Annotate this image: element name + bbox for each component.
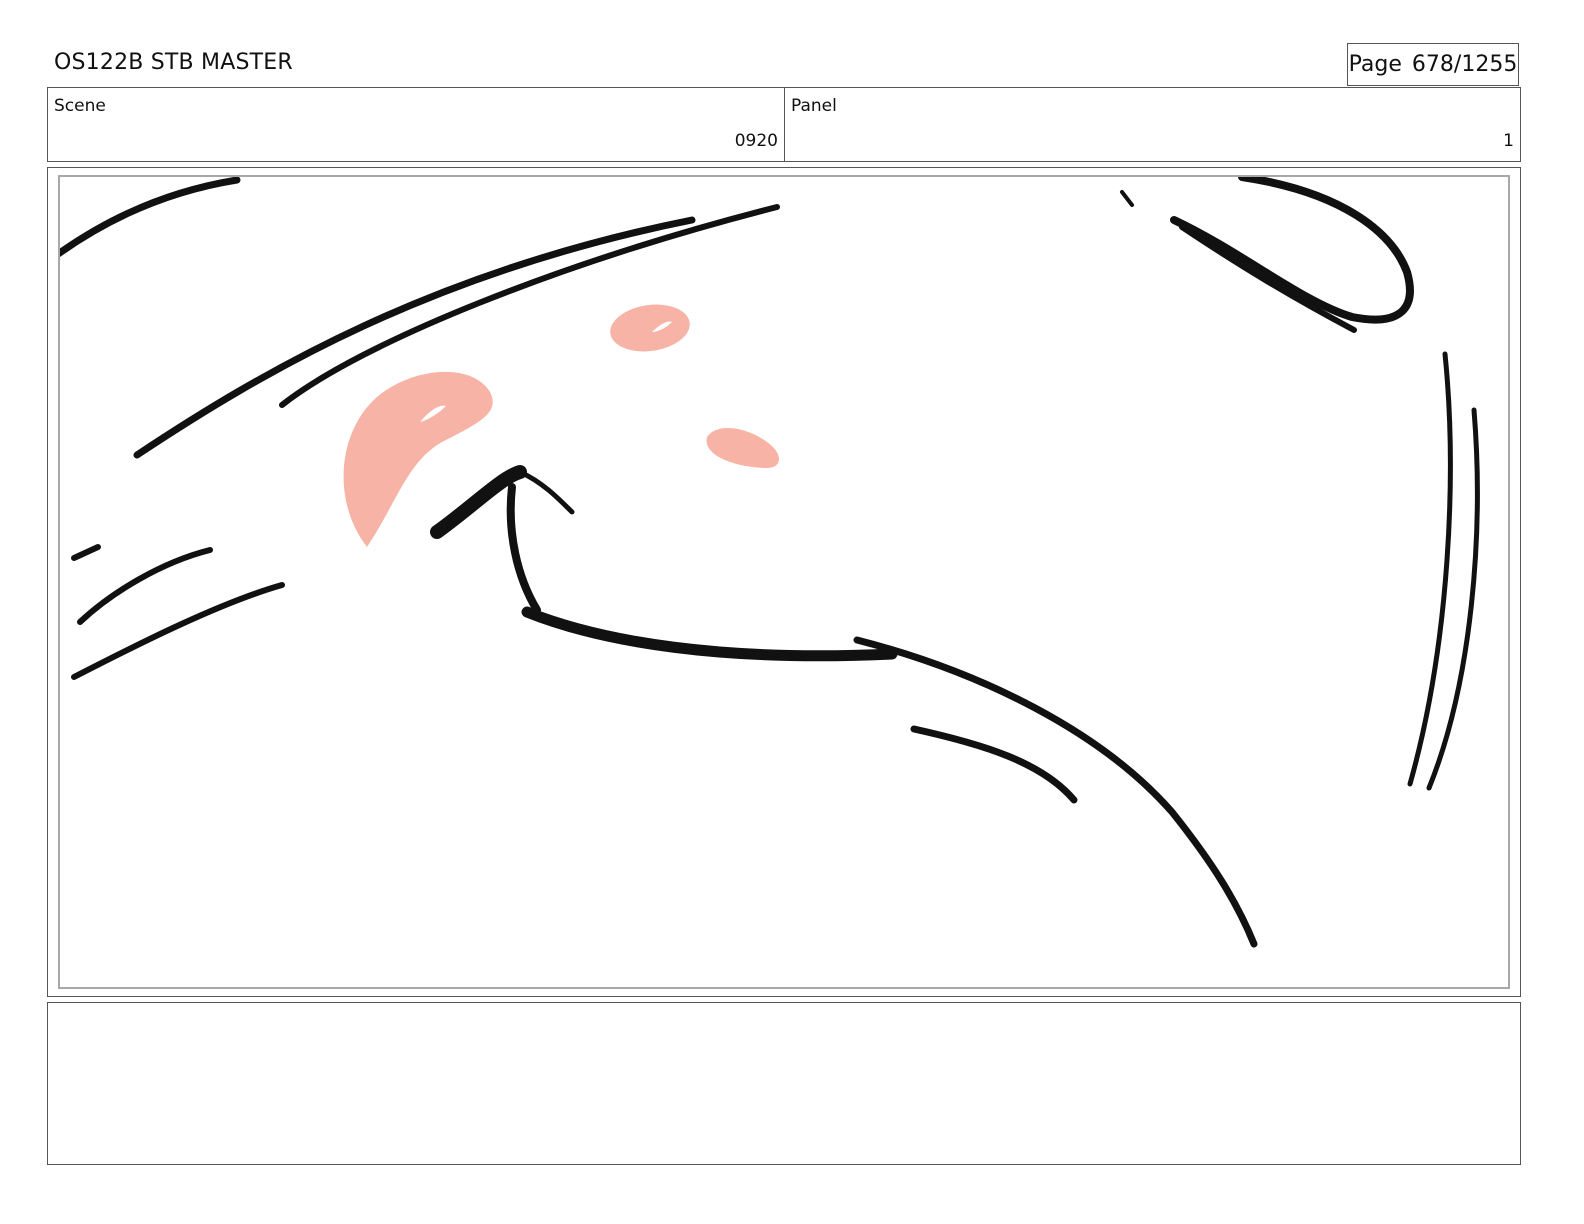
- blush-small-top: [610, 304, 690, 352]
- page-indicator: Page 678/1255: [1347, 43, 1519, 86]
- blush-small-right: [706, 427, 780, 468]
- panel-label: Panel: [791, 96, 837, 116]
- page-label: Page: [1348, 52, 1402, 77]
- page-number: 678/1255: [1411, 52, 1518, 77]
- stroke-left-small: [71, 544, 101, 561]
- scene-panel-row: Scene 0920 Panel 1: [47, 87, 1521, 162]
- stroke-left-mid: [77, 547, 213, 625]
- stroke-nose-bridge: [506, 483, 541, 614]
- stroke-ear-inner: [1179, 224, 1357, 333]
- stroke-top-left: [60, 177, 241, 258]
- ink-strokes: [60, 177, 1480, 948]
- stroke-dot: [1120, 190, 1134, 207]
- stroke-mouth: [521, 606, 898, 662]
- stroke-nose-hook: [517, 469, 575, 515]
- notes-area: [47, 1002, 1521, 1165]
- storyboard-drawing: [58, 175, 1510, 989]
- document-title: OS122B STB MASTER: [54, 50, 293, 75]
- blush-marks: [343, 304, 780, 547]
- panel-cell: Panel 1: [785, 88, 1520, 161]
- sketch-canvas: [60, 177, 1480, 948]
- scene-value: 0920: [734, 131, 778, 151]
- scene-label: Scene: [54, 96, 106, 116]
- stroke-brow-inner: [279, 204, 780, 408]
- stroke-right-inner: [1426, 407, 1480, 791]
- scene-cell: Scene 0920: [48, 88, 785, 161]
- stroke-chin: [910, 725, 1078, 804]
- panel-value: 1: [1503, 131, 1514, 151]
- stroke-right-outer: [1407, 351, 1453, 787]
- stroke-jaw: [853, 636, 1258, 948]
- blush-large: [343, 371, 493, 547]
